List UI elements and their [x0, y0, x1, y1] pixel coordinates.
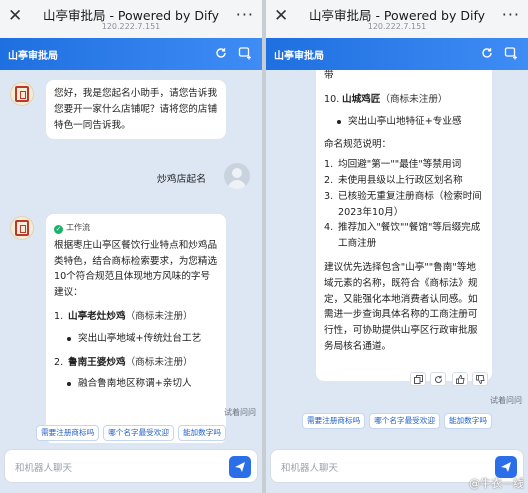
bot-greeting-bubble: 您好，我是您起名小助手，请您告诉我您要开一家什么店铺呢？请将您的店铺特色一同告诉… [46, 80, 226, 140]
chip-add-numbers[interactable]: 能加数字吗 [177, 425, 226, 441]
screenshot-stage: ✕ 山亭审批局 - Powered by Dify 120.222.7.151 … [0, 0, 528, 493]
send-icon [501, 462, 511, 472]
input-placeholder: 和机器人聊天 [15, 463, 73, 474]
suggestion-chips: 需要注册商标吗 哪个名字最受欢迎 能加数字吗 [266, 413, 528, 429]
refresh-icon[interactable] [214, 46, 228, 60]
new-chat-icon[interactable] [238, 46, 252, 60]
bot-answer-bubble: 带 10. 山城鸡匠（商标未注册） 突出山亭山地特征+专业感 命名规范说明： 1.… [316, 70, 492, 381]
send-icon [235, 462, 245, 472]
window-url: 120.222.7.151 [101, 22, 161, 31]
app-title: 山亭审批局 [274, 51, 324, 62]
bot-avatar [10, 82, 34, 106]
left-phone-screen: ✕ 山亭审批局 - Powered by Dify 120.222.7.151 … [0, 0, 262, 493]
suggestion-detail: 融合鲁南地区称谓+亲切人 [54, 376, 218, 392]
workflow-badge[interactable]: ✓ 工作流 [54, 220, 90, 236]
bot-avatar [10, 216, 34, 240]
copy-button[interactable] [410, 372, 426, 386]
advice-text: 建议优先选择包含"山亭""鲁南"等地域元素的名称，既符合《商标法》规定，又能强化… [324, 261, 478, 352]
chip-most-popular[interactable]: 哪个名字最受欢迎 [103, 425, 174, 441]
greeting-text: 您好，我是您起名小助手，请您告诉我您要开一家什么店铺呢？请将您的店铺特色一同告诉… [54, 88, 218, 131]
bot-answer-bubble: ✓ 工作流 根据枣庄山亭区餐饮行业特点和炒鸡品类特色，结合商标检索要求，为您精选1… [46, 214, 226, 443]
cut-off-text: 带 [324, 70, 334, 81]
new-chat-icon[interactable] [504, 46, 518, 60]
refresh-icon[interactable] [480, 46, 494, 60]
regenerate-button[interactable] [430, 372, 446, 386]
app-title: 山亭审批局 [8, 51, 58, 62]
rule-item: 1. 均回避"第一""最佳"等禁用词 [324, 159, 462, 171]
right-phone-screen: ✕ 山亭审批局 - Powered by Dify 120.222.7.151 … [266, 0, 528, 493]
workflow-label: 工作流 [66, 223, 90, 232]
wechat-title-bar: ✕ 山亭审批局 - Powered by Dify 120.222.7.151 … [266, 0, 528, 38]
chip-add-numbers[interactable]: 能加数字吗 [443, 413, 492, 429]
suggestion-chips: 需要注册商标吗 哪个名字最受欢迎 能加数字吗 [0, 425, 262, 441]
close-icon[interactable]: ✕ [8, 8, 22, 25]
thumbs-down-icon [476, 375, 485, 384]
suggestion-detail: 突出山亭山地特征+专业感 [324, 114, 484, 130]
wechat-title-bar: ✕ 山亭审批局 - Powered by Dify 120.222.7.151 … [0, 0, 262, 38]
suggestion-item: 10. 山城鸡匠（商标未注册） [324, 93, 448, 105]
watermark: @牛衣一线 [469, 477, 524, 490]
dislike-button[interactable] [472, 372, 488, 386]
chip-most-popular[interactable]: 哪个名字最受欢迎 [369, 413, 440, 429]
close-icon[interactable]: ✕ [274, 8, 288, 25]
user-message: 炒鸡店起名 [157, 174, 206, 185]
suggestion-detail: 突出山亭地域+传统灶台工艺 [54, 331, 218, 347]
more-icon[interactable]: ··· [502, 7, 520, 23]
copy-icon [414, 375, 423, 384]
rule-item: 2. 未使用县级以上行政区划名称 [324, 174, 463, 186]
chat-input[interactable]: 和机器人聊天 [4, 449, 258, 483]
suggestion-item: 2. 鲁南王婆炒鸡（商标未注册） [54, 356, 193, 368]
feedback-actions [452, 372, 488, 386]
rule-item: 4. 推荐加入"餐饮""餐馆"等后缀完成工商注册 [324, 222, 481, 250]
message-actions [410, 372, 446, 386]
check-icon: ✓ [54, 225, 63, 234]
app-header: 山亭审批局 [266, 38, 528, 70]
try-ask-label: 试着问问 [490, 396, 522, 405]
suggestion-item: 1. 山亭老灶炒鸡（商标未注册） [54, 310, 193, 322]
user-avatar [224, 163, 250, 189]
input-placeholder: 和机器人聊天 [281, 463, 339, 474]
answer-intro: 根据枣庄山亭区餐饮行业特点和炒鸡品类特色，结合商标检索要求，为您精选10个符合规… [54, 239, 218, 299]
chip-register-trademark[interactable]: 需要注册商标吗 [302, 413, 366, 429]
rule-item: 3. 已核验无重复注册商标（检索时间2023年10月） [324, 190, 482, 218]
window-url: 120.222.7.151 [367, 22, 427, 31]
regenerate-icon [435, 375, 443, 383]
chip-register-trademark[interactable]: 需要注册商标吗 [36, 425, 100, 441]
thumbs-up-icon [456, 375, 465, 384]
app-header: 山亭审批局 [0, 38, 262, 70]
send-button[interactable] [229, 456, 251, 478]
chat-area: 带 10. 山城鸡匠（商标未注册） 突出山亭山地特征+专业感 命名规范说明： 1.… [266, 70, 528, 443]
chat-area: 您好，我是您起名小助手，请您告诉我您要开一家什么店铺呢？请将您的店铺特色一同告诉… [0, 70, 262, 443]
try-ask-label: 试着问问 [224, 408, 256, 417]
like-button[interactable] [452, 372, 468, 386]
more-icon[interactable]: ··· [236, 7, 254, 23]
rules-title: 命名规范说明： [324, 139, 392, 151]
